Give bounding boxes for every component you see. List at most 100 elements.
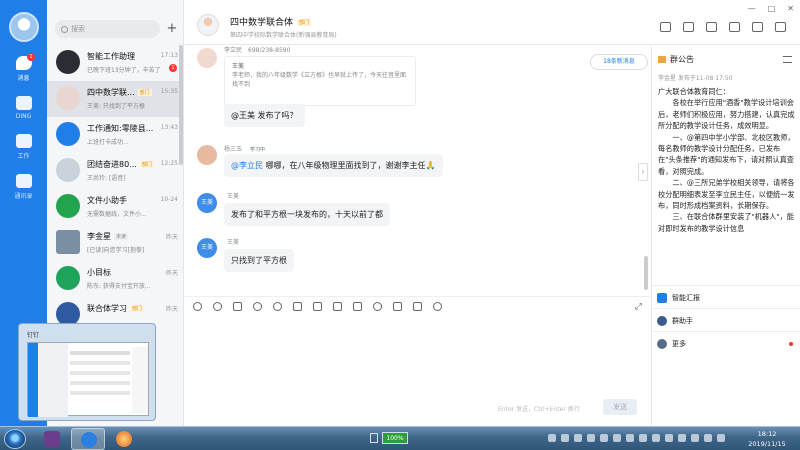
conversation-item[interactable]: 文件小助手 10-24 无需数据线，文件小... — [47, 189, 183, 225]
search-input[interactable]: 搜索 — [55, 20, 160, 38]
at-icon[interactable] — [273, 302, 282, 311]
group-avatar — [56, 158, 80, 182]
tray-icon[interactable] — [548, 434, 556, 442]
tray-icon[interactable] — [665, 434, 673, 442]
settings-icon[interactable] — [775, 22, 786, 32]
tray-icon[interactable] — [587, 434, 595, 442]
assistant-icon — [657, 316, 667, 326]
group-avatar[interactable] — [197, 14, 219, 36]
nav-work[interactable]: 工作 — [0, 134, 47, 160]
tray-icon[interactable] — [613, 434, 621, 442]
phone-icon[interactable] — [373, 302, 382, 311]
tray-icon[interactable] — [626, 434, 634, 442]
nav-contacts[interactable]: 通讯录 — [0, 174, 47, 200]
conversation-preview: 上班打卡成功... — [87, 139, 129, 146]
tray-icon[interactable] — [600, 434, 608, 442]
announce-icon[interactable] — [660, 22, 671, 32]
taskbar-dingtalk[interactable] — [71, 428, 105, 450]
conversation-preview: 王尚玲: [语音] — [87, 175, 126, 182]
message-input[interactable] — [185, 316, 650, 426]
video-icon[interactable] — [706, 22, 717, 32]
calendar-icon[interactable] — [413, 302, 422, 311]
expand-icon[interactable]: ⤢ — [635, 302, 642, 312]
unread-badge: 1 — [169, 64, 177, 72]
goal-avatar — [56, 266, 80, 290]
like-icon[interactable] — [233, 302, 242, 311]
gif-icon[interactable] — [193, 302, 202, 311]
video-icon[interactable] — [333, 302, 342, 311]
speaker-icon — [658, 56, 666, 63]
add-button[interactable]: + — [164, 20, 180, 38]
conversation-time: 12:25 — [160, 160, 178, 167]
sender-avatar[interactable] — [197, 48, 217, 68]
folder-icon[interactable] — [293, 302, 302, 311]
group-assistant-item[interactable]: 群助手 — [652, 308, 800, 332]
sender-avatar[interactable]: 王美 — [197, 238, 217, 258]
conversation-item[interactable]: 小目标 昨天 陈东: 获得支付宝开放... — [47, 261, 183, 297]
add-member-icon[interactable] — [752, 22, 763, 32]
send-button[interactable]: 发送 — [603, 399, 637, 415]
new-messages-button[interactable]: 18条新消息 — [590, 54, 648, 70]
live-icon[interactable] — [393, 302, 402, 311]
taskbar-media-app[interactable] — [35, 428, 69, 450]
live-icon[interactable] — [729, 22, 740, 32]
sender-avatar[interactable] — [197, 145, 217, 165]
conversation-preview: 陈东: 获得支付宝开放... — [87, 283, 151, 290]
conversation-name: 工作通知:零陵县... — [87, 124, 154, 133]
tray-battery[interactable]: 100% — [370, 432, 408, 444]
conversation-item[interactable]: 团结奋进80... 部门 12:25 王尚玲: [语音] — [47, 153, 183, 189]
system-clock[interactable]: 18:12 2019/11/15 — [738, 429, 796, 449]
collapse-panel-button[interactable]: › — [638, 163, 648, 181]
start-button[interactable] — [4, 429, 26, 449]
conversation-time: 10-24 — [160, 196, 178, 203]
tray-icon[interactable] — [574, 434, 582, 442]
tray-icon[interactable] — [717, 434, 725, 442]
window-thumbnail[interactable]: 钉钉 — [18, 323, 156, 421]
tray-icon[interactable] — [639, 434, 647, 442]
tray-icon[interactable] — [652, 434, 660, 442]
ding-icon — [15, 96, 32, 110]
dept-tag: 部门 — [137, 89, 152, 96]
maximize-button[interactable]: □ — [768, 4, 776, 13]
phone-icon[interactable] — [683, 22, 694, 32]
sender-avatar[interactable]: 王美 — [197, 193, 217, 213]
search-placeholder: 搜索 — [71, 25, 85, 33]
conversation-time: 昨天 — [165, 234, 178, 241]
announcement-panel: 群公告 李金星 发布于11-08 17:50 广大联合体教育同仁： 各校在举行应… — [651, 46, 800, 426]
emoji-icon[interactable] — [213, 302, 222, 311]
mention-link[interactable]: @李立民 — [231, 161, 263, 170]
close-button[interactable]: ✕ — [787, 4, 794, 13]
tray-icon[interactable] — [691, 434, 699, 442]
nav-messages[interactable]: 1 消息 — [0, 53, 47, 82]
nav-ding[interactable]: DING — [0, 96, 47, 120]
notification-dot — [789, 342, 793, 346]
send-hint: Enter 发送，Ctrl+Enter 换行 — [498, 406, 580, 413]
taskbar: 100% 18:12 2019/11/15 — [0, 426, 800, 450]
conversation-item[interactable]: 李金星 未读 昨天 [已读]向您学习[抱拳] — [47, 225, 183, 261]
file-helper-avatar — [56, 194, 80, 218]
minimize-button[interactable]: — — [748, 4, 756, 13]
my-avatar[interactable] — [8, 12, 39, 42]
conversation-name: 四中数学联... 部门 — [87, 88, 152, 97]
list-scrollbar[interactable] — [179, 45, 183, 165]
quote-text: 李老师，我的八年级数学《立方根》也早就上传了，今天往音里面找不到 — [232, 72, 407, 88]
clock-icon[interactable] — [353, 302, 362, 311]
media-app-icon — [44, 431, 60, 447]
conversation-name: 文件小助手 — [87, 196, 127, 205]
message-scrollbar[interactable] — [644, 256, 648, 290]
conversation-item[interactable]: 智能工作助理 17:13 已晚下班13分钟了，辛苦了 1 — [47, 45, 183, 81]
contacts-icon — [15, 174, 32, 188]
image-icon[interactable] — [313, 302, 322, 311]
more-item[interactable]: 更多 — [652, 331, 800, 355]
conversation-name: 团结奋进80... 部门 — [87, 160, 154, 169]
taskbar-browser[interactable] — [107, 428, 141, 450]
conversation-item-selected[interactable]: 四中数学联... 部门 15:35 王美: 只找到了平方根 — [47, 81, 183, 117]
smart-report-item[interactable]: 智能汇报 — [652, 285, 800, 309]
menu-icon[interactable] — [783, 56, 792, 63]
scissors-icon[interactable] — [253, 302, 262, 311]
conversation-item[interactable]: 工作通知:零陵县... 13:43 上班打卡成功... — [47, 117, 183, 153]
more-icon[interactable] — [433, 302, 442, 311]
tray-icon[interactable] — [704, 434, 712, 442]
tray-icon[interactable] — [561, 434, 569, 442]
tray-icon[interactable] — [678, 434, 686, 442]
